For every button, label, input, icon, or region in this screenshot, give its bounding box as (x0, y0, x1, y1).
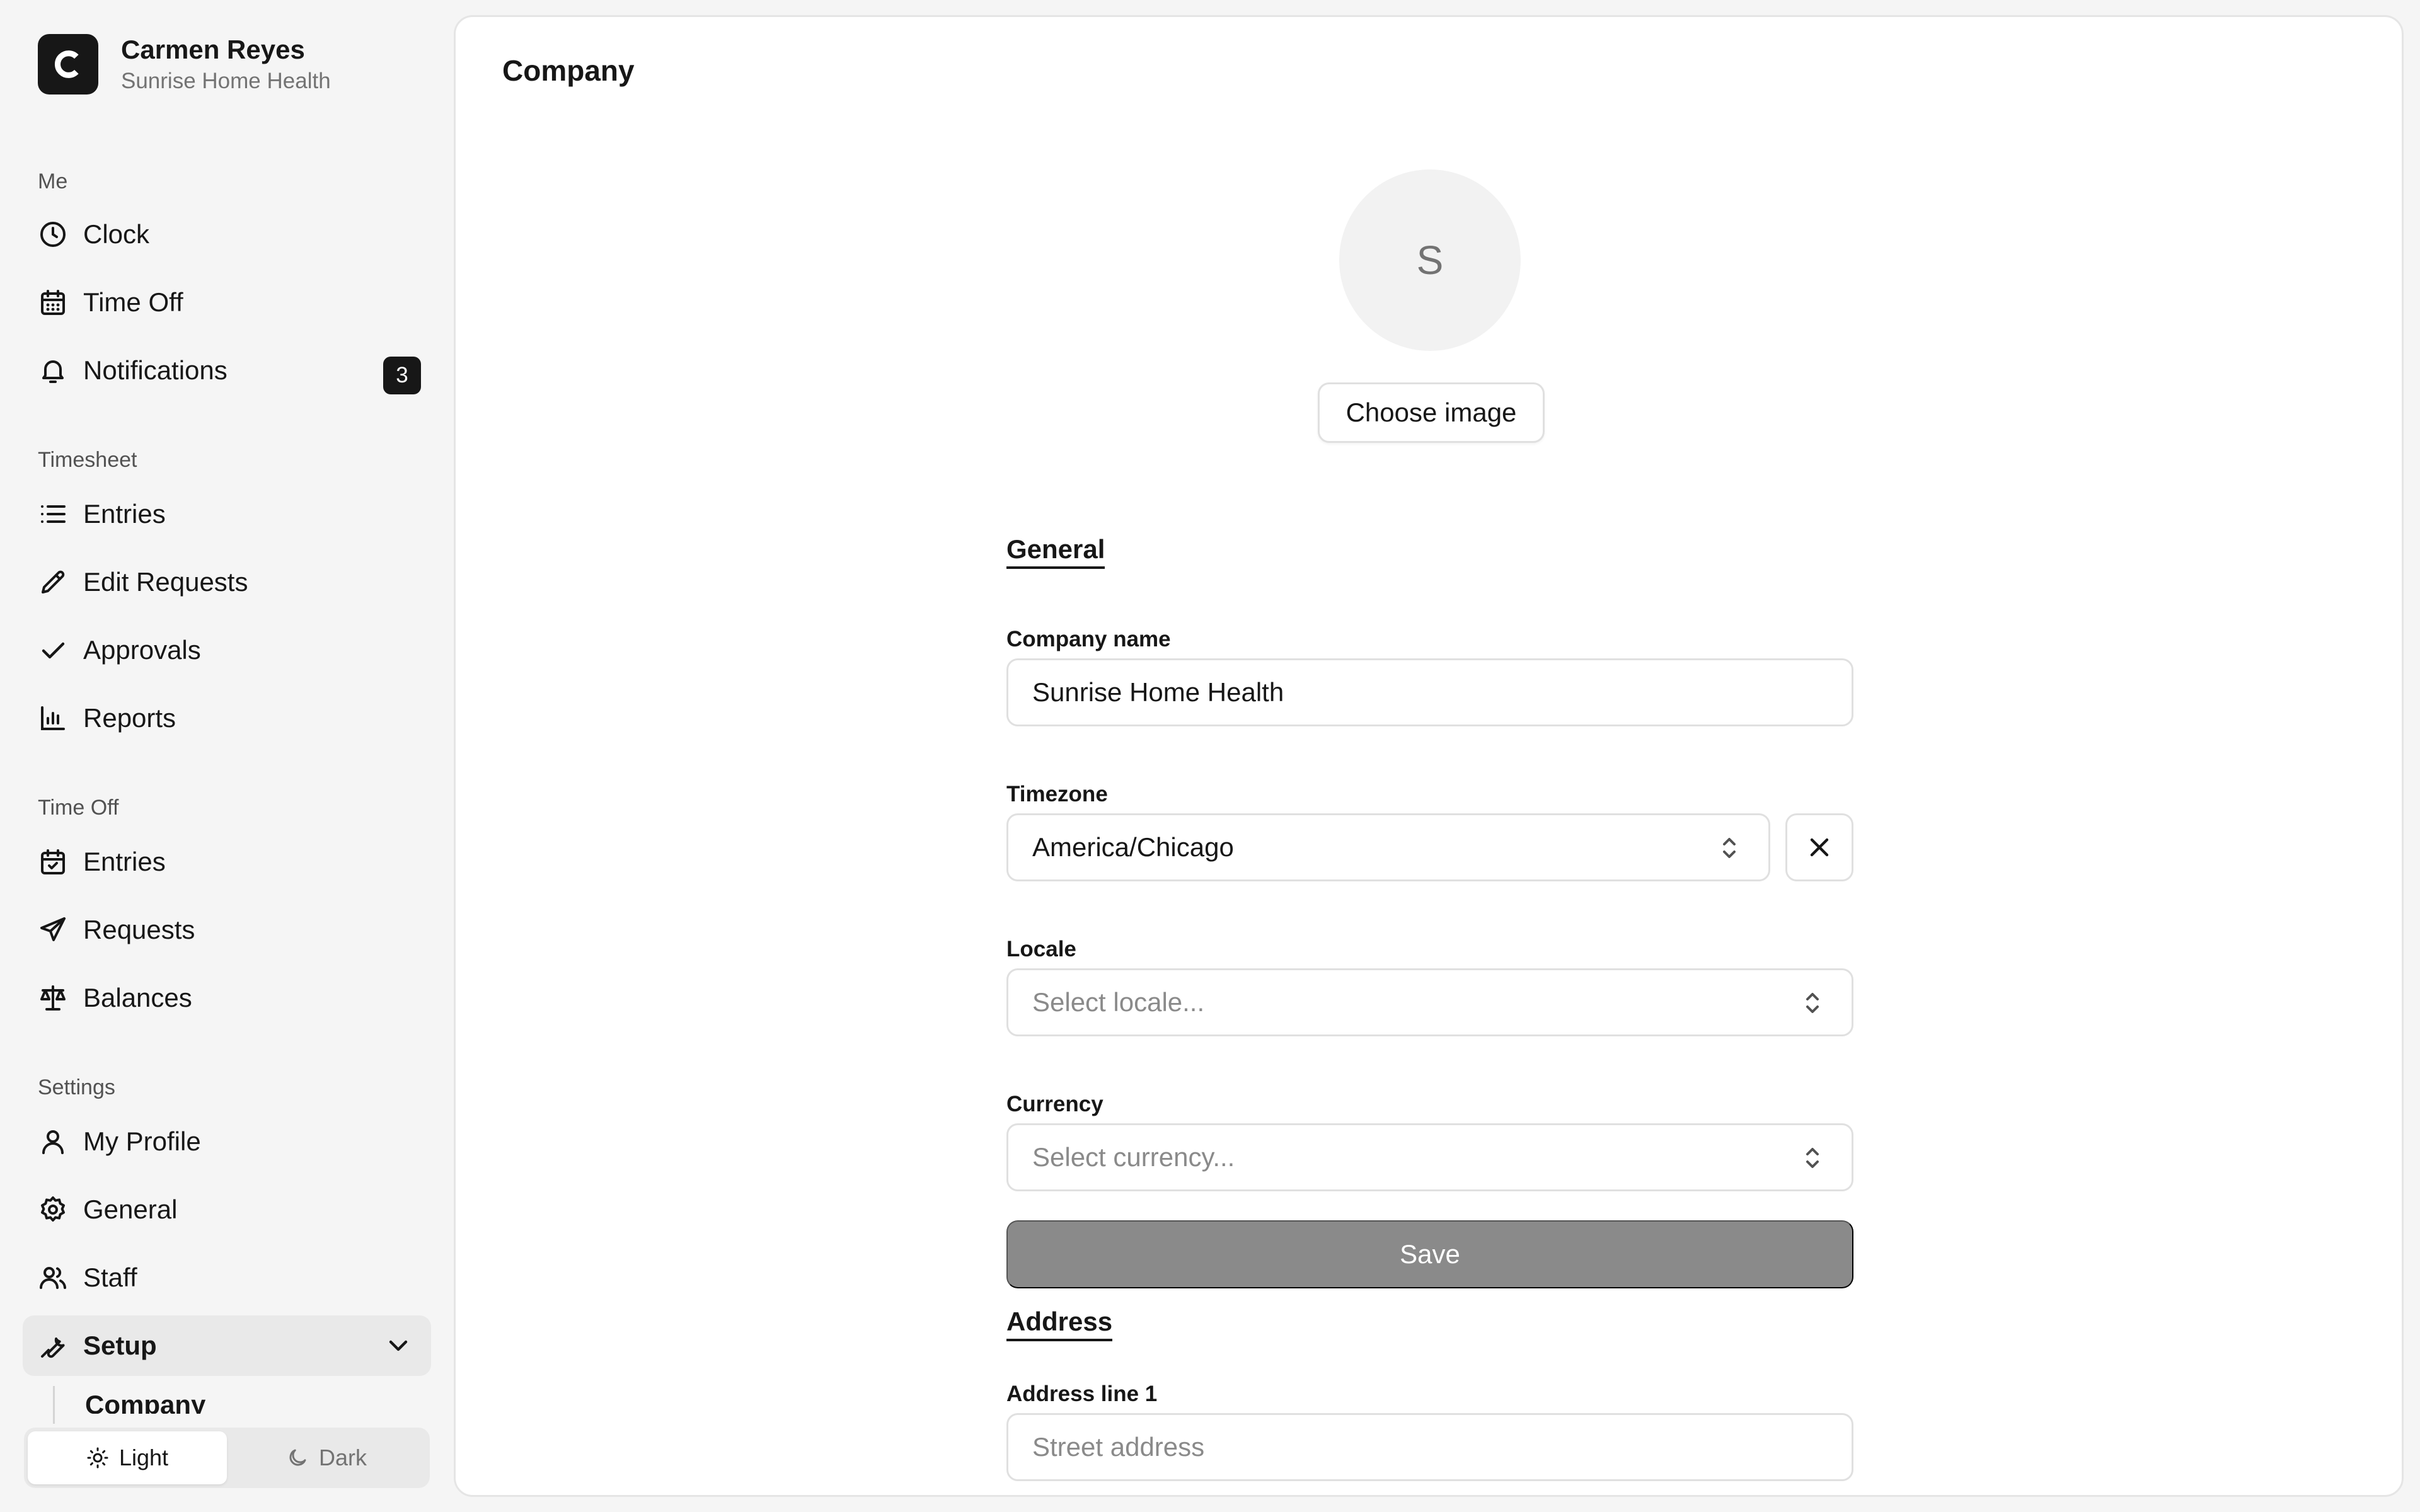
sidebar-item-general[interactable]: General (23, 1179, 431, 1240)
organization-name: Sunrise Home Health (121, 69, 331, 93)
currency-placeholder: Select currency... (1032, 1142, 1235, 1172)
sidebar-item-label: Staff (83, 1263, 137, 1292)
sidebar-item-time-off-entries[interactable]: Entries (23, 832, 431, 892)
notification-count-badge: 3 (383, 357, 421, 394)
sidebar-item-clock[interactable]: Clock (23, 204, 431, 265)
currency-label: Currency (1006, 1092, 1103, 1116)
sidebar-item-label: Balances (83, 983, 192, 1012)
section-label-timesheet: Timesheet (38, 448, 137, 472)
sidebar-subitem-company[interactable]: Company (85, 1386, 205, 1414)
light-theme-label: Light (118, 1445, 169, 1470)
company-logo (38, 34, 98, 94)
chevron-down-icon[interactable] (383, 1331, 413, 1364)
sidebar-item-timesheet-entries[interactable]: Entries (23, 484, 431, 544)
sidebar-item-edit-requests[interactable]: Edit Requests (23, 552, 431, 612)
sidebar-item-time-off[interactable]: Time Off (23, 272, 431, 333)
app-window: Carmen Reyes Sunrise Home Health Me Cloc… (0, 0, 2420, 1512)
sidebar-item-label: Clock (83, 219, 150, 249)
sidebar-item-label: Edit Requests (83, 567, 248, 597)
calendar-check-icon (38, 847, 68, 877)
dark-theme-label: Dark (318, 1445, 367, 1470)
choose-image-button[interactable]: Choose image (1318, 382, 1545, 443)
sidebar-item-label: Entries (83, 499, 166, 529)
logo-c-icon (54, 50, 79, 78)
sidebar-item-notifications[interactable]: Notifications 3 (23, 340, 431, 401)
sidebar-item-approvals[interactable]: Approvals (23, 620, 431, 680)
sun-icon (86, 1446, 109, 1469)
account-switcher[interactable]: Carmen Reyes Sunrise Home Health (38, 33, 331, 96)
sidebar-item-label: Entries (83, 847, 166, 876)
address-line1-label: Address line 1 (1006, 1382, 1158, 1406)
address-section-heading: Address (1006, 1307, 1113, 1341)
chevrons-up-down-icon (1797, 988, 1828, 1018)
sidebar-item-balances[interactable]: Balances (23, 968, 431, 1028)
list-icon (38, 499, 68, 529)
sidebar-item-label: General (83, 1194, 178, 1224)
clock-icon (38, 219, 68, 249)
bell-icon (38, 355, 68, 386)
page-title: Company (502, 54, 635, 87)
calendar-icon (38, 287, 68, 318)
subtree-guide-line (53, 1386, 55, 1424)
bar-chart-icon (38, 703, 68, 733)
sidebar: Carmen Reyes Sunrise Home Health Me Cloc… (0, 0, 454, 1512)
clear-timezone-button[interactable] (1785, 813, 1853, 881)
main-panel: Company S Choose image General Company n… (454, 15, 2404, 1497)
sidebar-item-reports[interactable]: Reports (23, 688, 431, 748)
dark-theme-button[interactable]: Dark (227, 1431, 426, 1484)
section-label-time-off: Time Off (38, 796, 119, 820)
sidebar-item-requests[interactable]: Requests (23, 900, 431, 960)
light-theme-button[interactable]: Light (28, 1431, 227, 1484)
sidebar-item-my-profile[interactable]: My Profile (23, 1111, 431, 1172)
sidebar-item-label: Time Off (83, 287, 183, 317)
timezone-value: America/Chicago (1032, 832, 1234, 862)
sidebar-item-staff[interactable]: Staff (23, 1247, 431, 1308)
general-section-heading: General (1006, 535, 1105, 569)
close-icon (1810, 838, 1829, 857)
company-name-input[interactable]: Sunrise Home Health (1006, 658, 1853, 726)
sidebar-item-label: My Profile (83, 1126, 201, 1156)
address-line1-input[interactable]: Street address (1006, 1413, 1853, 1481)
theme-toggle: Light Dark (24, 1428, 430, 1488)
gear-icon (38, 1194, 68, 1225)
locale-placeholder: Select locale... (1032, 987, 1205, 1017)
sidebar-item-label: Notifications (83, 355, 228, 385)
sidebar-item-setup[interactable]: Setup (23, 1315, 431, 1376)
sidebar-item-label: Requests (83, 915, 195, 944)
save-button[interactable]: Save (1006, 1220, 1853, 1288)
company-avatar: S (1339, 169, 1521, 351)
user-icon (38, 1126, 68, 1157)
section-label-settings: Settings (38, 1075, 115, 1099)
timezone-select[interactable]: America/Chicago (1006, 813, 1770, 881)
sidebar-item-label: Approvals (83, 635, 201, 665)
scale-icon (38, 983, 68, 1013)
chevrons-up-down-icon (1714, 833, 1744, 863)
chevrons-up-down-icon (1797, 1143, 1828, 1173)
locale-label: Locale (1006, 937, 1076, 961)
section-label-me: Me (38, 169, 68, 193)
check-icon (38, 635, 68, 665)
wrench-icon (38, 1331, 68, 1361)
sidebar-item-label: Setup (83, 1331, 157, 1360)
currency-select[interactable]: Select currency... (1006, 1123, 1853, 1191)
users-icon (38, 1263, 68, 1293)
moon-icon (286, 1446, 309, 1469)
pencil-icon (38, 567, 68, 597)
company-name-label: Company name (1006, 627, 1171, 651)
timezone-label: Timezone (1006, 782, 1108, 806)
user-name: Carmen Reyes (121, 35, 305, 64)
send-icon (38, 915, 68, 945)
locale-select[interactable]: Select locale... (1006, 968, 1853, 1036)
sidebar-item-label: Reports (83, 703, 176, 733)
